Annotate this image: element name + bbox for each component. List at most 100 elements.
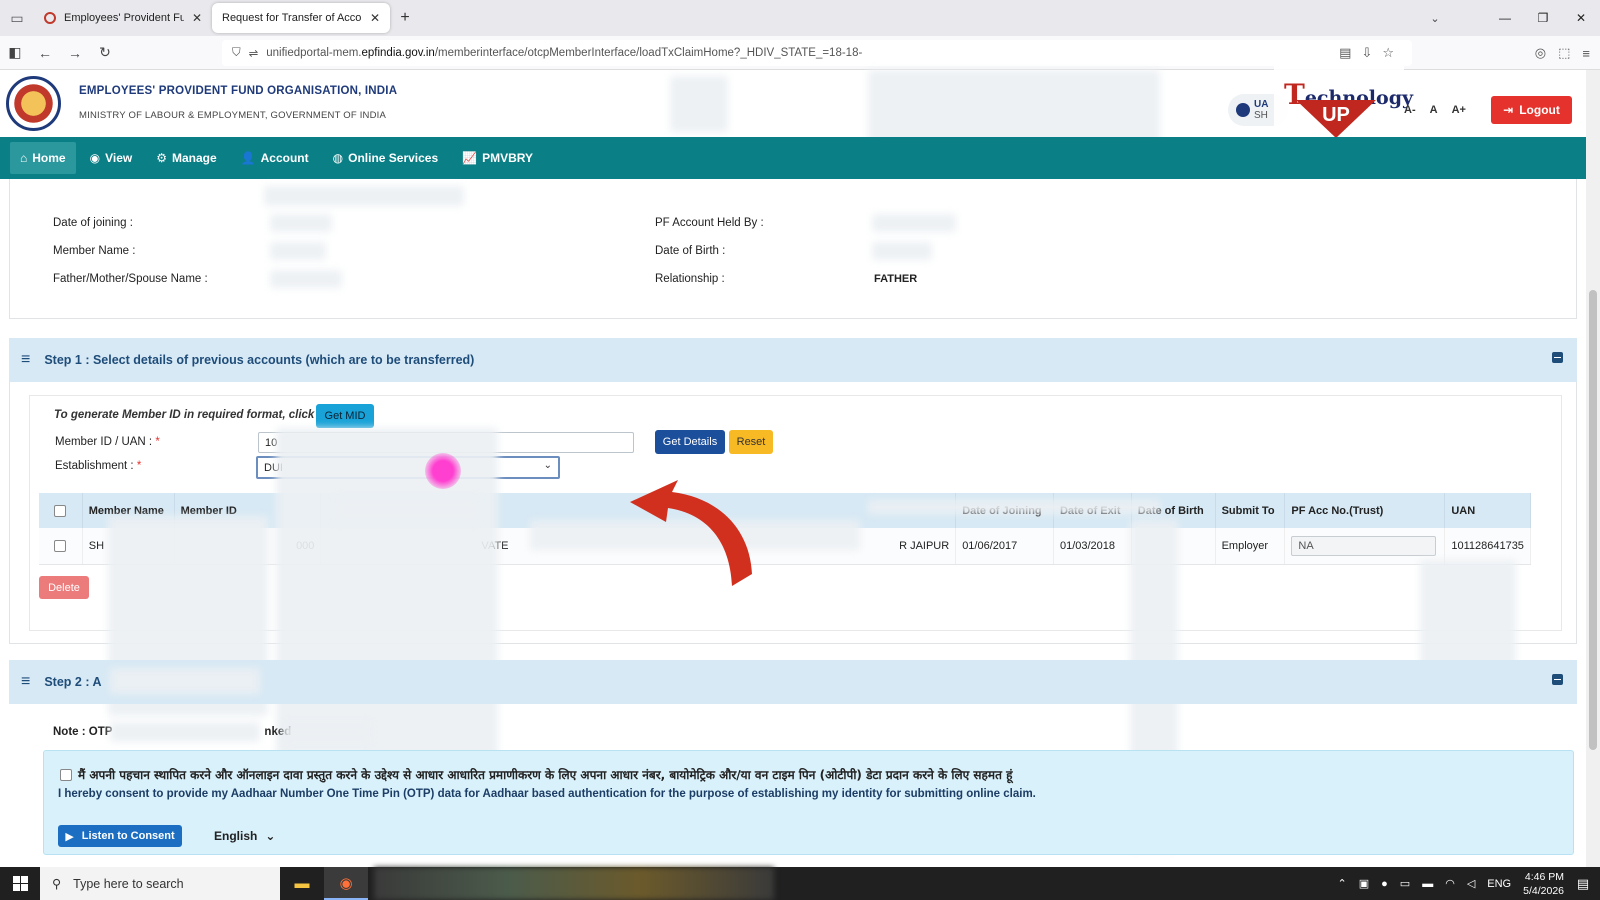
redacted-value bbox=[872, 242, 932, 260]
collapse-icon[interactable] bbox=[1552, 352, 1563, 363]
annotation-arrow-icon bbox=[630, 480, 752, 586]
language-select[interactable]: English ⌄ bbox=[214, 829, 275, 843]
org-subtitle: MINISTRY OF LABOUR & EMPLOYMENT, GOVERNM… bbox=[79, 110, 387, 121]
language-indicator[interactable]: ENG bbox=[1487, 878, 1511, 890]
forward-icon[interactable]: → bbox=[60, 38, 90, 68]
redacted-value bbox=[270, 242, 326, 260]
menu-manage[interactable]: ⚙ Manage bbox=[146, 142, 226, 174]
select-all-checkbox[interactable] bbox=[54, 504, 67, 517]
step1-header[interactable]: ≡ Step 1 : Select details of previous ac… bbox=[9, 338, 1577, 382]
tab-epfo-home[interactable]: Employees' Provident Fund Org ✕ bbox=[34, 3, 212, 33]
font-increase-button[interactable]: A+ bbox=[1452, 104, 1466, 116]
redacted-establishment-name bbox=[334, 497, 480, 523]
menu-account[interactable]: 👤 Account bbox=[231, 142, 319, 174]
cell-date-of-exit: 01/03/2018 bbox=[1053, 528, 1132, 565]
firefox-icon[interactable]: ◉ bbox=[324, 867, 368, 900]
row-checkbox[interactable] bbox=[54, 539, 67, 552]
chevron-down-icon: ⌄ bbox=[265, 829, 276, 843]
back-icon[interactable]: ← bbox=[30, 38, 60, 68]
font-decrease-button[interactable]: A- bbox=[1404, 104, 1416, 116]
cell-submit-to: Employer bbox=[1215, 528, 1286, 565]
battery-icon[interactable]: ▬ bbox=[1422, 878, 1433, 890]
reader-view-icon[interactable]: ▤ bbox=[1339, 45, 1351, 61]
play-icon: ▶ bbox=[65, 830, 74, 843]
logout-label: Logout bbox=[1519, 103, 1560, 117]
wifi-icon[interactable]: ◠ bbox=[1445, 877, 1455, 890]
tab-overflow-chevron-icon[interactable]: ⌄ bbox=[1420, 0, 1450, 36]
download-page-icon[interactable]: ⇩ bbox=[1361, 45, 1372, 61]
collapse-icon[interactable] bbox=[1552, 674, 1563, 685]
father-name-label: Father/Mother/Spouse Name : bbox=[53, 273, 208, 285]
start-button[interactable] bbox=[0, 867, 40, 900]
address-bar[interactable]: ⛉ ⇌ unifiedportal-mem.epfindia.gov.in/me… bbox=[222, 40, 1412, 66]
listen-label: Listen to Consent bbox=[81, 830, 175, 842]
gears-icon: ⚙ bbox=[156, 151, 167, 165]
col-uan: UAN bbox=[1444, 493, 1531, 528]
line-chart-icon: 📈 bbox=[462, 151, 478, 165]
tab-close-icon[interactable]: ✕ bbox=[192, 11, 202, 25]
display-icon[interactable]: ▭ bbox=[1400, 877, 1410, 890]
reset-button[interactable]: Reset bbox=[729, 430, 773, 454]
cell-address-fragment: R JAIPUR bbox=[899, 540, 950, 552]
bookmark-star-icon[interactable]: ☆ bbox=[1382, 45, 1394, 61]
menu-view[interactable]: ◉ View bbox=[80, 142, 143, 174]
reload-icon[interactable]: ↻ bbox=[90, 38, 120, 68]
clock[interactable]: 4:46 PM 5/4/2026 bbox=[1523, 870, 1564, 898]
microphone-icon[interactable]: ● bbox=[1381, 878, 1388, 890]
close-window-icon[interactable]: ✕ bbox=[1562, 0, 1600, 36]
tab-transfer-request[interactable]: Request for Transfer of Account ✕ bbox=[212, 3, 390, 33]
redacted-taskbar-apps bbox=[374, 867, 774, 900]
account-icon[interactable]: ◎ bbox=[1535, 45, 1546, 61]
notifications-icon[interactable]: ▤ bbox=[1566, 867, 1600, 900]
shield-icon: ⛉ bbox=[232, 46, 241, 59]
font-size-controls: A- A A+ bbox=[1404, 104, 1466, 116]
col-pf-trust: PF Acc No.(Trust) bbox=[1284, 493, 1446, 528]
taskbar-search[interactable]: ⚲ Type here to search bbox=[40, 867, 280, 900]
tab-list-icon[interactable]: ▭ bbox=[0, 0, 34, 36]
font-normal-button[interactable]: A bbox=[1430, 104, 1438, 116]
uan-label: UA bbox=[1254, 99, 1269, 110]
tab-close-icon[interactable]: ✕ bbox=[370, 11, 380, 25]
eye-icon: ◉ bbox=[89, 151, 101, 165]
browser-tab-strip: ▭ Employees' Provident Fund Org ✕ Reques… bbox=[0, 0, 1600, 36]
tab-label: Request for Transfer of Account bbox=[222, 12, 362, 24]
tray-chevron-icon[interactable]: ⌃ bbox=[1338, 877, 1347, 890]
logout-button[interactable]: ⇥ Logout bbox=[1491, 96, 1572, 124]
redacted-value bbox=[872, 214, 956, 232]
new-tab-button[interactable]: + bbox=[390, 3, 420, 33]
toolbar-right: ◎ ⬚ ≡ bbox=[1535, 40, 1590, 66]
delete-button[interactable]: Delete bbox=[39, 576, 89, 599]
site-info-icon[interactable]: ⇌ bbox=[249, 46, 259, 60]
menu-home[interactable]: ⌂ Home bbox=[10, 142, 76, 174]
listen-to-consent-button[interactable]: ▶ Listen to Consent bbox=[58, 825, 182, 847]
menu-pmvbry[interactable]: 📈 PMVBRY bbox=[452, 142, 543, 174]
consent-checkbox[interactable] bbox=[60, 768, 72, 781]
restore-icon[interactable]: ❐ bbox=[1524, 0, 1562, 36]
generate-mid-text: To generate Member ID in required format… bbox=[54, 409, 315, 421]
epfo-logo bbox=[6, 76, 61, 131]
cell-uan: 101128641735 bbox=[1444, 528, 1531, 565]
menu-icon[interactable]: ≡ bbox=[1582, 46, 1590, 61]
technology-up-watermark: Technology UP bbox=[1274, 60, 1413, 140]
volume-icon[interactable]: ◁ bbox=[1467, 877, 1475, 890]
get-details-button[interactable]: Get Details bbox=[655, 430, 725, 454]
dob-label: Date of Birth : bbox=[655, 245, 726, 257]
meet-icon[interactable]: ▣ bbox=[1359, 877, 1369, 890]
home-icon: ⌂ bbox=[20, 151, 28, 165]
chevron-down-icon: ⌄ bbox=[543, 460, 552, 471]
minimize-icon[interactable]: — bbox=[1486, 0, 1524, 36]
redacted-note bbox=[110, 722, 260, 742]
window-controls: — ❐ ✕ bbox=[1486, 0, 1600, 36]
get-mid-button[interactable]: Get MID bbox=[316, 404, 374, 428]
file-explorer-icon[interactable]: ▬ bbox=[280, 867, 324, 900]
english-consent-text: I hereby consent to provide my Aadhaar N… bbox=[58, 788, 1036, 800]
scrollbar-thumb[interactable] bbox=[1589, 290, 1597, 750]
pf-trust-input[interactable]: NA bbox=[1291, 535, 1437, 556]
establishment-label: Establishment : * bbox=[55, 460, 142, 472]
user-icon bbox=[1236, 103, 1250, 117]
page-scrollbar[interactable] bbox=[1586, 70, 1600, 867]
user-icon: 👤 bbox=[240, 151, 256, 165]
sidebar-toggle-icon[interactable]: ◧ bbox=[0, 38, 30, 68]
menu-online-services[interactable]: ◍ Online Services bbox=[323, 142, 449, 174]
extensions-icon[interactable]: ⬚ bbox=[1558, 45, 1570, 61]
